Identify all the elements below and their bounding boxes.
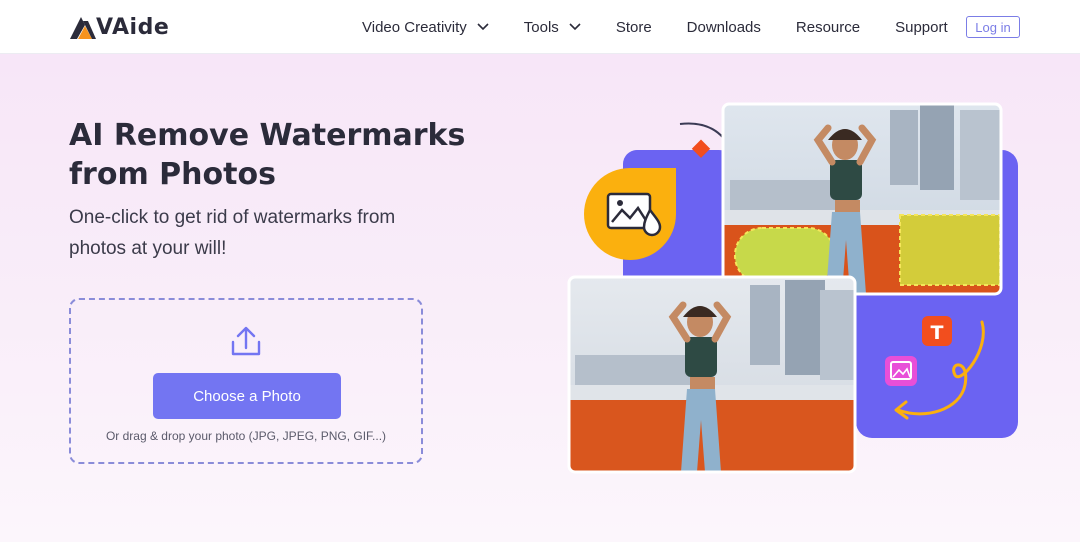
text-tool-glyph: T	[931, 322, 944, 344]
choose-photo-button[interactable]: Choose a Photo	[153, 373, 341, 419]
nav-item-support[interactable]: Support	[895, 19, 948, 36]
nav-item-label: Video Creativity	[362, 18, 467, 36]
main-nav: Video Creativity Tools Store Downloads R…	[362, 0, 948, 54]
chevron-down-icon	[477, 23, 489, 31]
upload-dropzone[interactable]: Choose a Photo Or drag & drop your photo…	[69, 298, 423, 464]
title-line: AI Remove Watermarks	[69, 118, 466, 153]
nav-item-label: Resource	[795, 18, 861, 36]
logo-icon	[70, 17, 96, 39]
nav-item-store[interactable]: Store	[616, 19, 652, 36]
login-button[interactable]: Log in	[966, 16, 1020, 38]
logo[interactable]: VAide	[68, 12, 169, 42]
nav-item-video-creativity[interactable]: Video Creativity	[362, 19, 489, 36]
hero-illustration: T	[567, 102, 1018, 474]
photo-with-watermark	[723, 104, 1001, 294]
nav-item-downloads[interactable]: Downloads	[687, 19, 761, 36]
brand-name: VAide	[96, 14, 170, 40]
site-header: VAide Video Creativity Tools Store Downl…	[0, 0, 1080, 54]
drop-hint-text: Or drag & drop your photo (JPG, JPEG, PN…	[105, 429, 387, 443]
photo-clean	[569, 277, 855, 472]
nav-item-resource[interactable]: Resource	[796, 19, 860, 36]
nav-item-label: Downloads	[686, 18, 761, 36]
nav-item-tools[interactable]: Tools	[524, 19, 581, 36]
chevron-down-icon	[569, 23, 581, 31]
subtitle-line: One-click to get rid of watermarks from	[69, 207, 396, 228]
page-title: AI Remove Watermarks from Photos	[69, 116, 489, 194]
page-subtitle: One-click to get rid of watermarks from …	[69, 202, 429, 264]
upload-icon	[231, 326, 261, 356]
title-line: from Photos	[69, 157, 276, 192]
nav-item-label: Store	[615, 18, 652, 36]
subtitle-line: photos at your will!	[69, 238, 227, 259]
nav-item-label: Support	[895, 18, 948, 36]
nav-item-label: Tools	[523, 18, 559, 36]
